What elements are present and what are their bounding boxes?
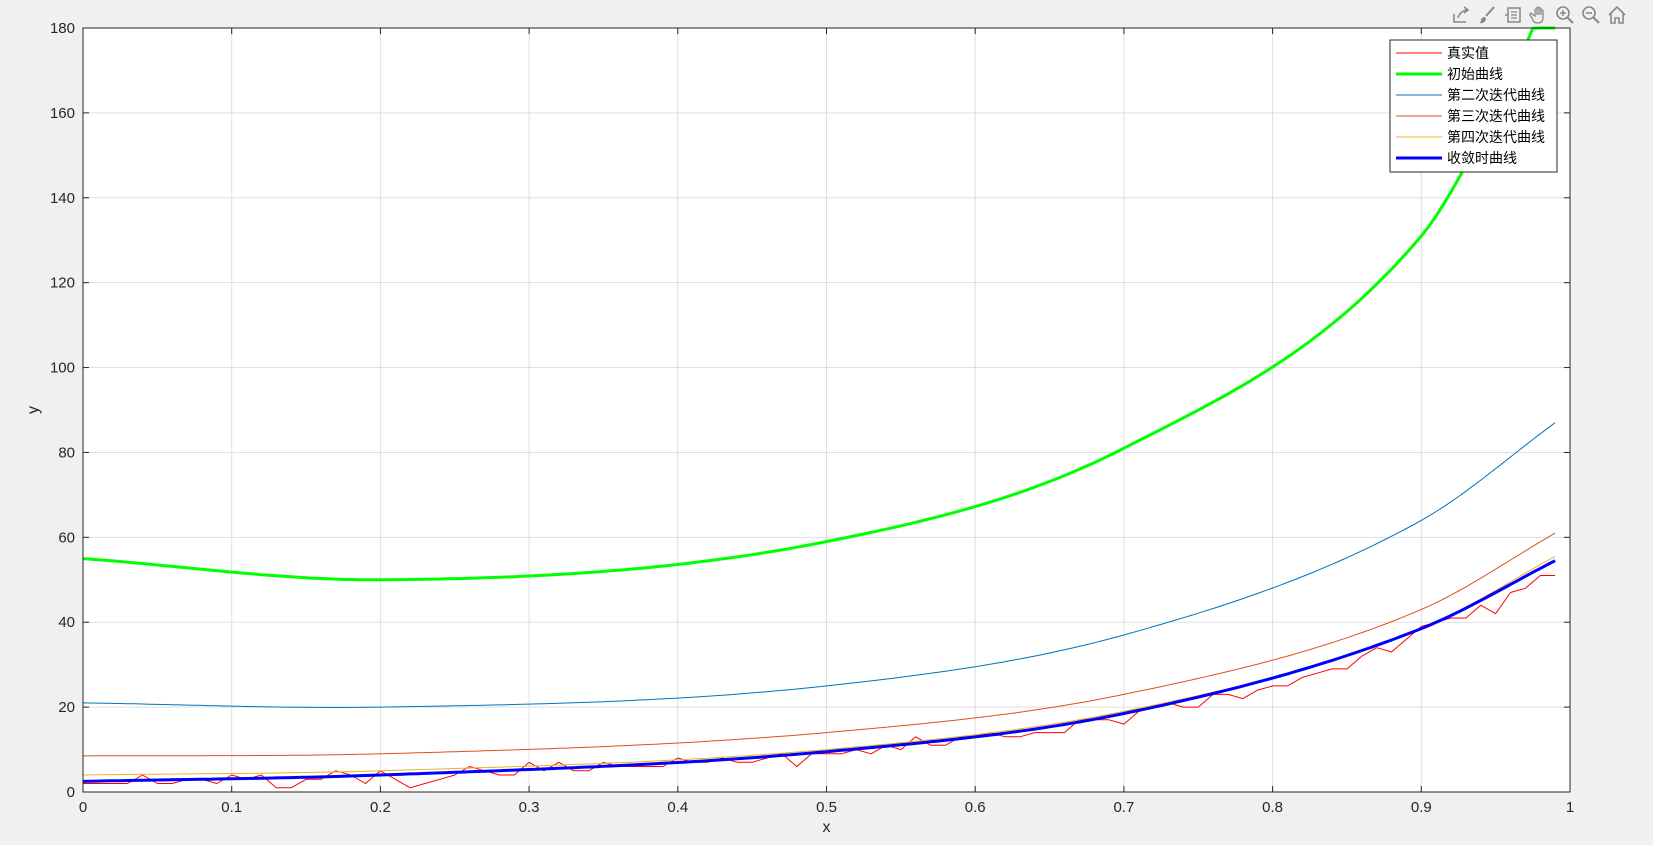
y-tick-label: 20	[58, 699, 75, 716]
y-tick-label: 60	[58, 529, 75, 546]
zoom-in-button[interactable]	[1553, 3, 1577, 27]
x-tick-label: 1	[1566, 799, 1574, 816]
axes-toolbar	[1449, 2, 1629, 28]
y-tick-label: 140	[50, 190, 75, 207]
legend-label: 第三次迭代曲线	[1447, 108, 1545, 125]
x-tick-label: 0.2	[370, 799, 391, 816]
x-tick-label: 0.8	[1262, 799, 1283, 816]
x-tick-label: 0.7	[1113, 799, 1134, 816]
y-tick-label: 160	[50, 105, 75, 122]
x-axis-label: x	[823, 819, 831, 836]
x-tick-label: 0.6	[965, 799, 986, 816]
x-tick-label: 0.9	[1411, 799, 1432, 816]
legend-label: 第二次迭代曲线	[1447, 87, 1545, 104]
home-icon	[1608, 5, 1626, 24]
zoom-in-icon	[1556, 6, 1574, 24]
legend-label: 第四次迭代曲线	[1447, 129, 1545, 146]
x-tick-label: 0.1	[221, 799, 242, 816]
x-tick-label: 0.3	[519, 799, 540, 816]
y-tick-label: 0	[67, 784, 75, 801]
zoom-out-button[interactable]	[1579, 3, 1603, 27]
legend-label: 初始曲线	[1447, 66, 1503, 83]
y-tick-label: 180	[50, 20, 75, 37]
legend-label: 真实值	[1447, 46, 1489, 62]
brush-icon	[1479, 6, 1495, 24]
y-tick-label: 120	[50, 275, 75, 292]
datatip-button[interactable]	[1501, 3, 1525, 27]
export-button[interactable]	[1449, 3, 1473, 27]
plot-area[interactable]: 0 0.1 0.2 0.3 0.4 0.5 0.6 0.7 0.8 0.9 1 0 20 40 60 80 10…	[0, 0, 1653, 845]
x-tick-label: 0.4	[667, 799, 688, 816]
home-button[interactable]	[1605, 3, 1629, 27]
y-axis-label: y	[25, 406, 42, 414]
pan-button[interactable]	[1527, 3, 1551, 27]
brush-button[interactable]	[1475, 3, 1499, 27]
figure-window: 0 0.1 0.2 0.3 0.4 0.5 0.6 0.7 0.8 0.9 1 0 20 40 60 80 10…	[0, 0, 1653, 845]
y-tick-label: 100	[50, 360, 75, 377]
export-icon	[1453, 6, 1470, 23]
zoom-out-icon	[1582, 6, 1600, 24]
y-tick-label: 40	[58, 614, 75, 631]
pan-icon	[1529, 6, 1544, 24]
x-tick-label: 0.5	[816, 799, 837, 816]
legend[interactable]: 真实值初始曲线第二次迭代曲线第三次迭代曲线第四次迭代曲线收敛时曲线	[1389, 39, 1558, 173]
x-tick-label: 0	[79, 799, 87, 816]
y-tick-label: 80	[58, 444, 75, 461]
legend-label: 收敛时曲线	[1447, 151, 1517, 167]
datatip-icon	[1505, 7, 1521, 23]
